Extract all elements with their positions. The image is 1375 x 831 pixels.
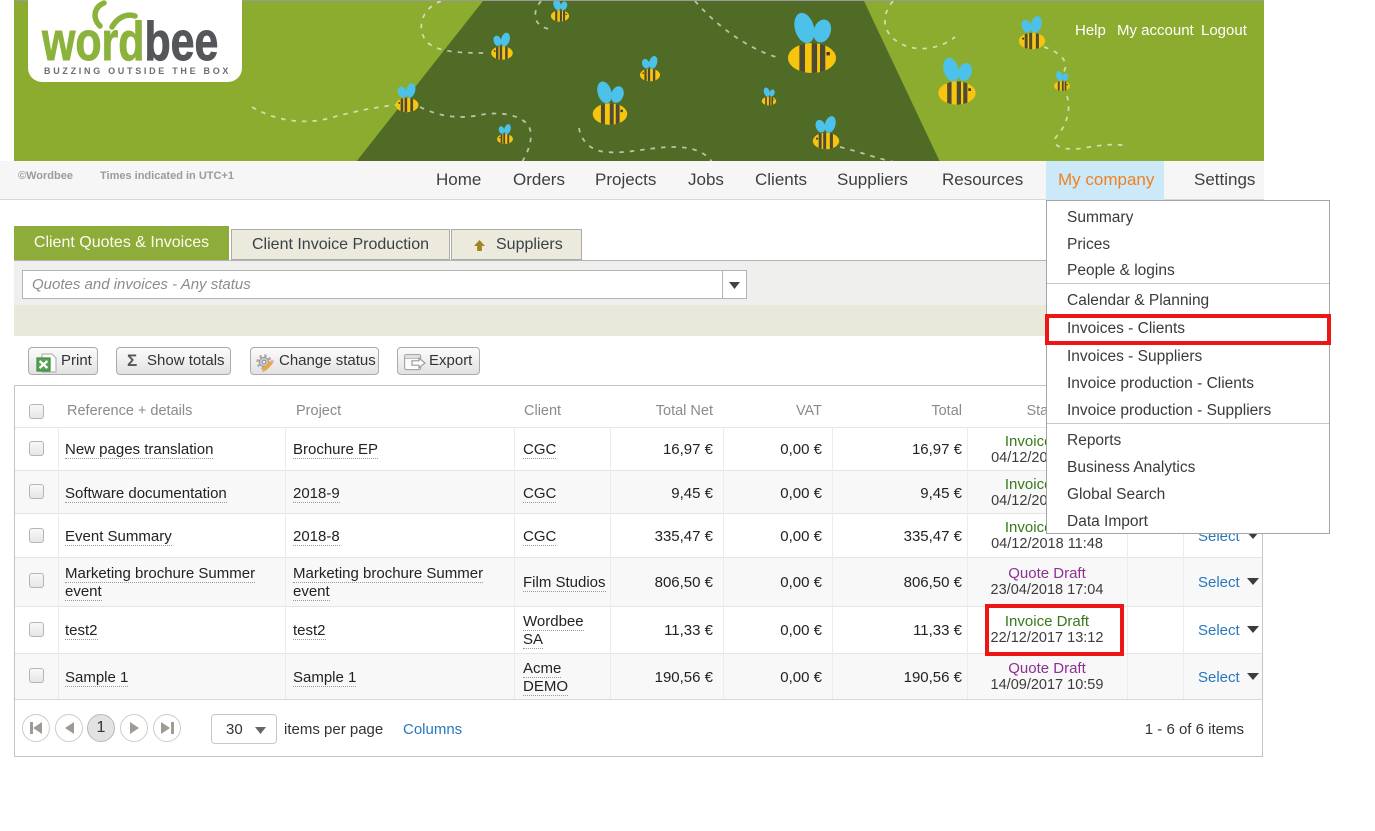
svg-text:wordbee: wordbee — [41, 11, 218, 72]
svg-text:BUZZING OUTSIDE THE BOX: BUZZING OUTSIDE THE BOX — [44, 66, 231, 76]
